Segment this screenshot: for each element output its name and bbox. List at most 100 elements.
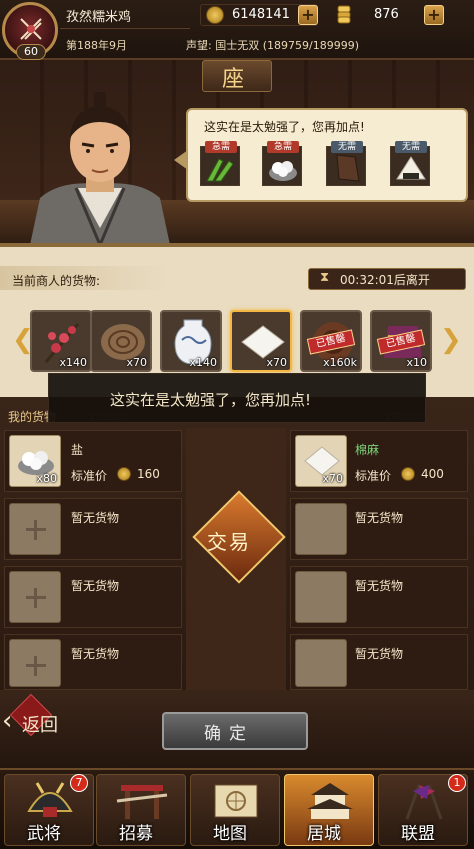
item-count: x70 <box>126 356 147 369</box>
item-count: x140 <box>59 356 87 369</box>
coin-icon <box>401 467 415 481</box>
notification-badge: 1 <box>448 774 466 792</box>
notification-badge: 7 <box>70 774 88 792</box>
item-name: 盐 <box>71 443 84 457</box>
leave-timer-text: 00:32:01后离开 <box>340 273 430 287</box>
empty-goods-text: 暂无货物 <box>71 579 120 593</box>
item-count: x80 <box>36 472 57 485</box>
speech-text: 这实在是太勉强了，您再加点! <box>204 120 365 134</box>
merchant-trade-row-empty[interactable]: 暂无货物 <box>290 634 468 690</box>
standard-price: 400 <box>421 467 444 481</box>
nav-label: 招募 <box>119 824 153 844</box>
nav-label: 地图 <box>213 824 247 844</box>
merchant-good-selected[interactable]: x70 <box>230 310 292 372</box>
empty-slot <box>9 571 61 623</box>
empty-slot <box>295 571 347 623</box>
plus-icon <box>34 588 37 608</box>
item-count: x70 <box>266 356 287 369</box>
item-count: x140 <box>189 356 217 369</box>
reputation-label: 声望: <box>186 39 212 52</box>
empty-goods-text: 暂无货物 <box>71 511 120 525</box>
need-tag: 无需 <box>395 141 427 153</box>
back-button[interactable]: 返回 <box>22 711 58 737</box>
merchant-portrait-icon <box>30 92 170 245</box>
castle-icon <box>307 783 353 819</box>
standard-price: 160 <box>137 467 160 481</box>
my-goods-row-empty[interactable]: 暂无货物 <box>4 566 182 628</box>
nav-map[interactable]: 地图 <box>190 774 280 846</box>
leather-icon <box>336 154 360 182</box>
merchant-good[interactable]: x140 <box>160 310 222 372</box>
player-name: 孜然糯米鸡 <box>66 10 132 25</box>
merchant-trade-row[interactable]: x70 棉麻 标准价 400 <box>290 430 468 492</box>
need-tag: 无需 <box>331 141 363 153</box>
map-scroll-icon <box>214 784 258 818</box>
empty-slot <box>9 503 61 555</box>
add-gold-button[interactable]: + <box>424 5 444 25</box>
name-divider <box>60 28 190 29</box>
salt-bowl-icon <box>269 161 297 181</box>
standard-price-label: 标准价 <box>71 469 108 483</box>
scene-title: 座 <box>222 67 245 92</box>
item-count: x160k <box>323 356 357 369</box>
nav-label: 居城 <box>307 824 341 844</box>
empty-goods-text: 暂无货物 <box>71 647 120 661</box>
merchant-trade-row-empty[interactable]: 暂无货物 <box>290 498 468 560</box>
trade-button-label: 交易 <box>207 530 251 554</box>
nav-label: 联盟 <box>401 824 435 844</box>
scroll-left-arrow[interactable]: ❮ <box>12 320 34 360</box>
back-chevron-icon: ‹ <box>2 706 13 736</box>
nav-recruit[interactable]: 招募 <box>96 774 186 846</box>
empty-goods-text: 暂无货物 <box>355 511 404 525</box>
my-goods-row-empty[interactable]: 暂无货物 <box>4 498 182 560</box>
empty-slot <box>9 639 61 687</box>
need-item[interactable]: 急需 <box>262 141 302 186</box>
need-tag: 急需 <box>267 141 299 153</box>
merchant-good[interactable]: x70 <box>90 310 152 372</box>
merchant-good[interactable]: 已售罄 x160k <box>300 310 362 372</box>
game-date: 第188年9月 <box>66 39 127 52</box>
need-item[interactable]: 急需 <box>200 141 240 186</box>
toast-text: 这实在是太勉强了，您再加点! <box>110 391 312 409</box>
nav-castle[interactable]: 居城 <box>284 774 374 846</box>
gold-bar-icon <box>337 5 351 24</box>
empty-slot <box>295 503 347 555</box>
gold-amount: 876 <box>374 7 399 22</box>
merchant-good[interactable]: x140 <box>30 310 92 372</box>
need-tag: 急需 <box>205 141 237 153</box>
item-slot: x80 <box>9 435 61 487</box>
coin-icon <box>206 6 224 24</box>
empty-goods-text: 暂无货物 <box>355 579 404 593</box>
player-level: 60 <box>16 44 46 60</box>
standard-price-label: 标准价 <box>355 469 392 483</box>
my-goods-row-empty[interactable]: 暂无货物 <box>4 634 182 690</box>
samurai-helmet-icon <box>27 782 73 817</box>
green-herb-icon <box>206 158 234 182</box>
nav-label: 武将 <box>27 824 61 844</box>
plus-icon <box>34 520 37 540</box>
crossed-swords-icon <box>20 18 42 40</box>
reputation: 声望: 国士无双 (189759/189999) <box>186 37 359 53</box>
merchant-good[interactable]: 已售罄 x10 <box>370 310 432 372</box>
item-slot: x70 <box>295 435 347 487</box>
my-goods-row[interactable]: x80 盐 标准价 160 <box>4 430 182 492</box>
merchant-goods-label: 当前商人的货物: <box>12 274 101 288</box>
empty-slot <box>295 639 347 687</box>
coin-amount: 6148141 <box>232 7 290 22</box>
merchant-trade-row-empty[interactable]: 暂无货物 <box>290 566 468 628</box>
confirm-button-label: 确定 <box>204 724 254 744</box>
item-name: 棉麻 <box>355 443 380 457</box>
scroll-right-arrow[interactable]: ❯ <box>440 320 462 360</box>
reputation-value: 国士无双 (189759/189999) <box>215 39 359 52</box>
need-item[interactable]: 无需 <box>326 141 366 186</box>
item-count: x70 <box>322 472 343 485</box>
item-count: x10 <box>406 356 427 369</box>
coin-icon <box>117 467 131 481</box>
add-coins-button[interactable]: + <box>298 5 318 25</box>
rice-ball-icon <box>396 156 426 180</box>
hourglass-icon: ⧗ <box>320 270 330 285</box>
need-item[interactable]: 无需 <box>390 141 430 186</box>
recruit-gate-icon <box>116 785 168 819</box>
plus-icon <box>34 656 37 676</box>
empty-goods-text: 暂无货物 <box>355 647 404 661</box>
